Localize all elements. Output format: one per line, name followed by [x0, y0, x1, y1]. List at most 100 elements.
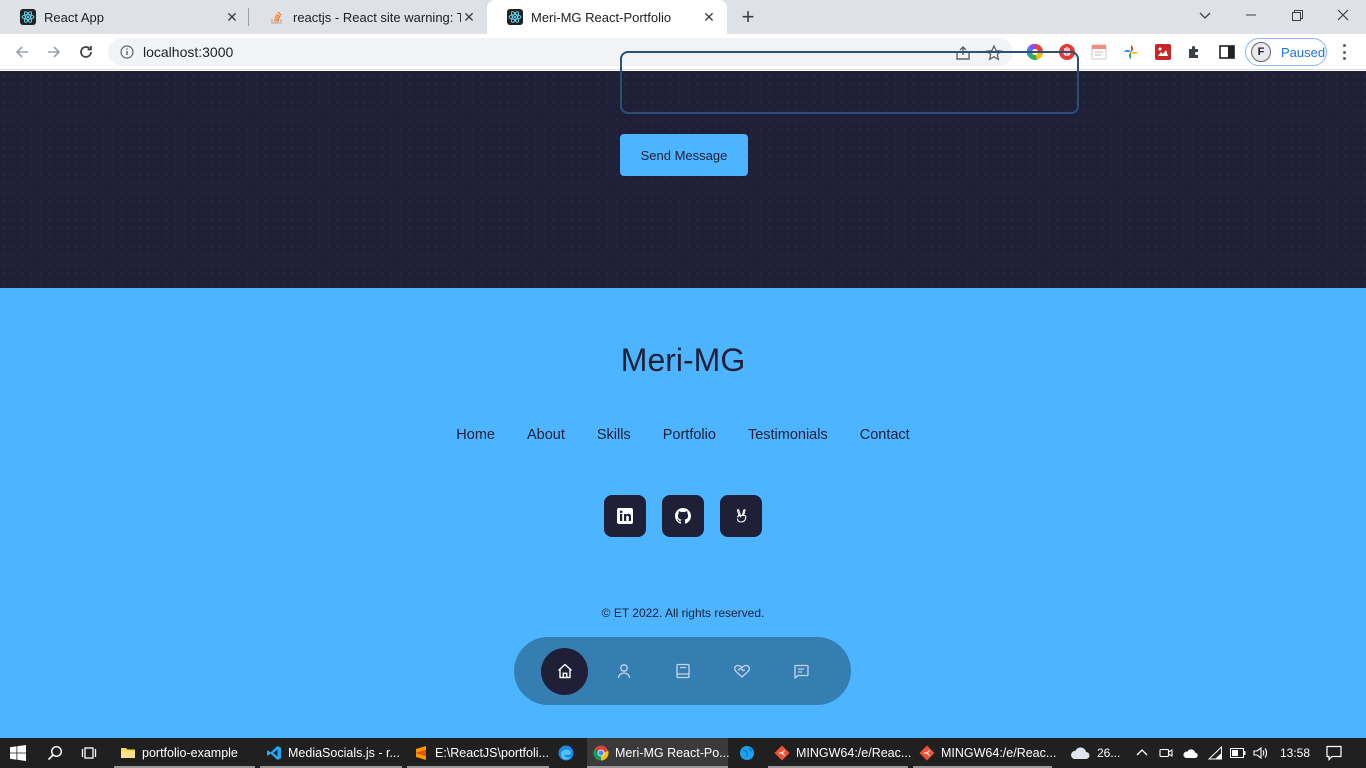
task-view-icon — [81, 747, 97, 759]
minimize-icon — [1246, 14, 1256, 16]
tab-stackoverflow[interactable]: reactjs - React site warning: The href ✕ — [249, 0, 487, 34]
taskbar-edge[interactable] — [553, 738, 579, 768]
nav-services-button[interactable] — [718, 648, 765, 695]
footer-link-contact[interactable]: Contact — [860, 427, 910, 443]
taskbar-app-vscode[interactable]: MediaSocials.js - r... — [260, 738, 402, 768]
tab-react-app[interactable]: React App ✕ — [0, 0, 250, 34]
close-tab-icon[interactable]: ✕ — [224, 9, 240, 25]
contact-section: Send Message — [0, 51, 1366, 288]
taskbar-app-label: portfolio-example — [142, 746, 238, 760]
taskbar-app-chrome[interactable]: Meri-MG React-Po... — [587, 738, 730, 768]
wifi-icon — [1207, 746, 1222, 760]
footer-link-testimonials[interactable]: Testimonials — [748, 427, 828, 443]
clock[interactable]: 13:58 — [1280, 738, 1310, 768]
weather-widget[interactable] — [1066, 738, 1092, 768]
linkedin-link[interactable] — [604, 495, 646, 537]
edge-icon — [558, 745, 574, 761]
book-icon — [675, 663, 690, 679]
user-icon — [617, 664, 630, 679]
tab-search-button[interactable] — [1182, 0, 1228, 30]
close-tab-icon[interactable]: ✕ — [701, 9, 717, 25]
react-icon — [507, 9, 523, 25]
notification-icon — [1326, 745, 1342, 761]
video-camera-icon — [1159, 748, 1173, 758]
home-icon — [557, 663, 572, 679]
copyright-text: © ET 2022. All rights reserved. — [601, 606, 765, 620]
forward-button[interactable] — [40, 38, 68, 66]
avatar: F — [1251, 42, 1271, 62]
taskbar-app-git-bash-2[interactable]: MINGW64:/e/Reac... — [913, 738, 1056, 768]
reload-button[interactable] — [72, 38, 100, 66]
new-tab-button[interactable]: + — [736, 4, 760, 29]
volume-icon — [1252, 746, 1267, 760]
browser-tab-strip: React App ✕ reactjs - React site warning… — [0, 0, 1366, 34]
url-text[interactable]: localhost:3000 — [143, 44, 233, 60]
action-center-button[interactable] — [1320, 738, 1348, 768]
nav-about-button[interactable] — [600, 648, 647, 695]
taskbar-app-git-bash-1[interactable]: MINGW64:/e/Reac... — [768, 738, 912, 768]
search-button[interactable] — [40, 738, 70, 768]
chevron-up-icon — [1136, 749, 1148, 756]
restore-button[interactable] — [1274, 0, 1320, 30]
footer-link-skills[interactable]: Skills — [597, 427, 631, 443]
message-icon — [793, 664, 809, 679]
profile-status: Paused — [1281, 44, 1326, 60]
task-view-button[interactable] — [74, 738, 104, 768]
taskbar-app-label: MINGW64:/e/Reac... — [796, 746, 912, 760]
tray-meet-now[interactable] — [1156, 738, 1176, 768]
restore-icon — [1291, 9, 1303, 21]
start-button[interactable] — [0, 738, 36, 768]
side-panel-icon[interactable] — [1218, 43, 1236, 61]
pinwheel-extension-icon[interactable] — [1122, 43, 1140, 61]
footer-link-home[interactable]: Home — [456, 427, 495, 443]
close-icon — [1337, 9, 1349, 21]
tab-portfolio[interactable]: Meri-MG React-Portfolio ✕ — [487, 0, 727, 34]
send-message-button[interactable]: Send Message — [620, 134, 748, 176]
nav-experience-button[interactable] — [659, 648, 706, 695]
taskbar-app-label: E:\ReactJS\portfoli... — [435, 746, 549, 760]
arrow-left-icon — [15, 46, 28, 58]
back-button[interactable] — [8, 38, 36, 66]
profile-button[interactable]: F Paused — [1245, 38, 1327, 66]
folder-icon — [121, 748, 135, 758]
taskbar-app-explorer[interactable]: portfolio-example — [114, 738, 255, 768]
tray-overflow-button[interactable] — [1132, 738, 1152, 768]
footer-logo[interactable]: Meri-MG — [0, 342, 1366, 379]
tab-title: React App — [44, 9, 104, 25]
tray-wifi[interactable] — [1205, 738, 1225, 768]
taskbar-app-label: MINGW64:/e/Reac... — [941, 746, 1057, 760]
screenshot-extension-icon[interactable] — [1154, 43, 1172, 61]
nav-contact-button[interactable] — [777, 648, 824, 695]
footer-link-about[interactable]: About — [527, 427, 565, 443]
tab-title: reactjs - React site warning: The href — [293, 9, 461, 25]
minimize-button[interactable] — [1228, 0, 1274, 30]
taskbar-app-globe[interactable] — [734, 738, 760, 768]
tab-title: Meri-MG React-Portfolio — [531, 9, 672, 25]
notes-extension-icon[interactable] — [1090, 43, 1108, 61]
nav-home-button[interactable] — [541, 647, 588, 695]
puzzle-extensions-icon[interactable] — [1186, 43, 1204, 61]
tray-onedrive[interactable] — [1179, 738, 1201, 768]
info-icon[interactable] — [120, 45, 134, 59]
footer-link-portfolio[interactable]: Portfolio — [663, 427, 716, 443]
angellist-link[interactable] — [720, 495, 762, 537]
menu-kebab-icon[interactable] — [1336, 42, 1352, 62]
react-icon — [20, 9, 36, 25]
handshake-icon — [733, 664, 750, 678]
git-bash-icon — [919, 745, 935, 761]
taskbar-app-sublime[interactable]: E:\ReactJS\portfoli... — [407, 738, 549, 768]
cloud-icon — [1071, 747, 1090, 759]
footer-permalinks: Home About Skills Portfolio Testimonials… — [0, 427, 1366, 443]
weather-temp[interactable]: 26... — [1097, 738, 1120, 768]
message-textarea[interactable] — [620, 51, 1079, 114]
tray-battery[interactable] — [1228, 738, 1248, 768]
reload-icon — [80, 46, 92, 58]
stackoverflow-icon — [271, 11, 282, 24]
close-window-button[interactable] — [1320, 0, 1366, 30]
github-link[interactable] — [662, 495, 704, 537]
windows-logo-icon — [10, 745, 26, 761]
tray-volume[interactable] — [1250, 738, 1270, 768]
taskbar-app-label: MediaSocials.js - r... — [288, 746, 400, 760]
close-tab-icon[interactable]: ✕ — [461, 9, 477, 25]
search-icon — [47, 745, 63, 761]
